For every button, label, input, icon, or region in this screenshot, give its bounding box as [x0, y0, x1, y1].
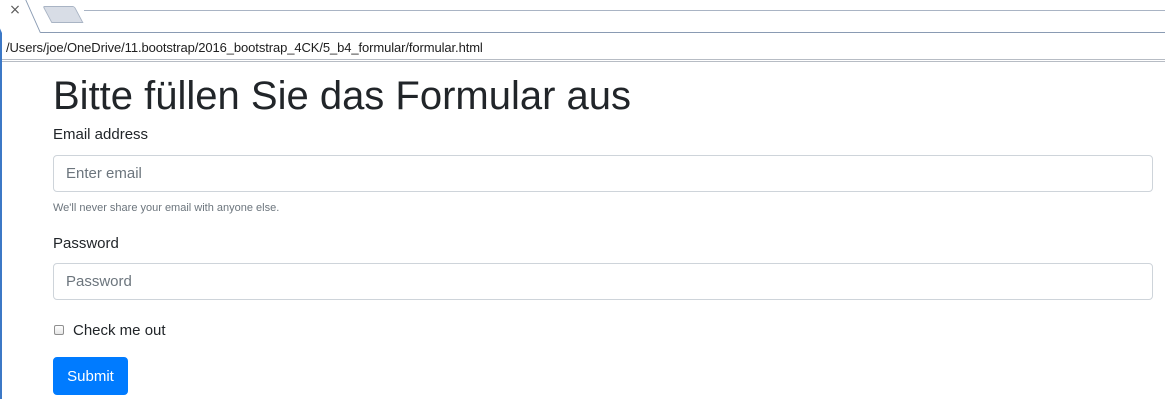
submit-button[interactable]: Submit: [53, 357, 128, 395]
checkbox-unchecked-icon[interactable]: [54, 325, 64, 335]
tab-strip-divider: [84, 10, 1165, 11]
email-label: Email address: [53, 126, 149, 143]
check-me-out-label[interactable]: Check me out: [73, 322, 166, 339]
tab-strip: ×: [0, 0, 1165, 33]
address-text[interactable]: /Users/joe/OneDrive/11.bootstrap/2016_bo…: [6, 40, 483, 55]
password-label: Password: [53, 235, 119, 252]
new-tab-button[interactable]: [42, 6, 84, 23]
check-row[interactable]: Check me out: [53, 320, 166, 340]
password-field[interactable]: [53, 263, 1153, 300]
page-title: Bitte füllen Sie das Formular aus: [53, 74, 632, 118]
address-bar[interactable]: /Users/joe/OneDrive/11.bootstrap/2016_bo…: [2, 36, 1165, 62]
email-help-text: We'll never share your email with anyone…: [53, 202, 280, 214]
close-icon[interactable]: ×: [6, 2, 24, 20]
browser-window: × /Users/joe/OneDrive/11.bootstrap/2016_…: [0, 0, 1165, 399]
email-field[interactable]: [53, 155, 1153, 192]
